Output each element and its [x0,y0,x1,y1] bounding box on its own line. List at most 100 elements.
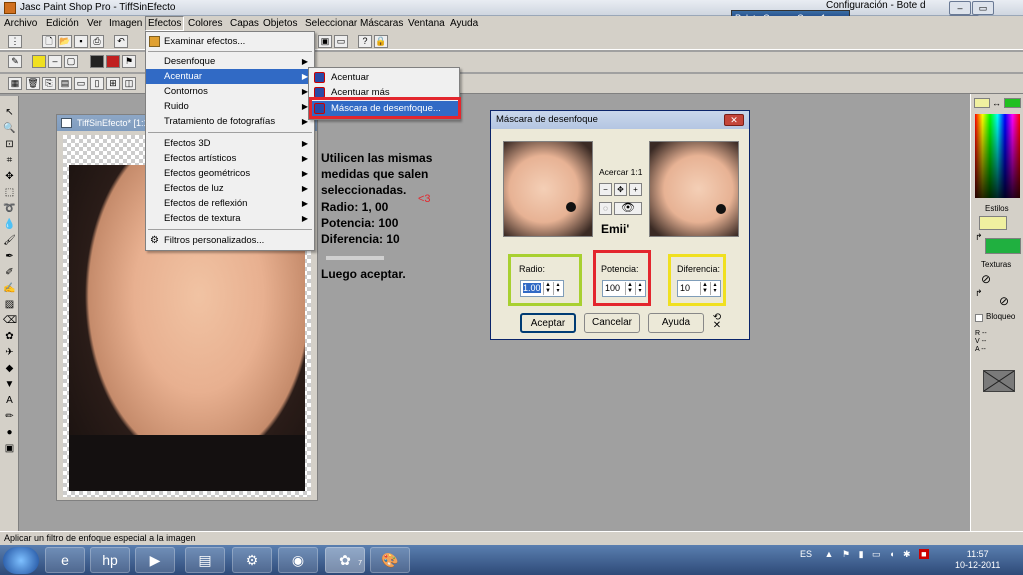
menu-ayuda[interactable]: Ayuda [448,17,480,30]
picture-tube-icon[interactable]: ✿ [3,330,16,343]
print-icon[interactable]: ⎙ [90,35,104,48]
language-indicator[interactable]: ES [800,549,812,559]
tray-up-icon[interactable]: ▲ [825,549,834,559]
help-context-icon[interactable]: ? [358,35,372,48]
rectangle-icon[interactable] [32,55,46,68]
lasso-tool-icon[interactable]: ➰ [3,202,16,215]
palette-toggle-icon[interactable]: ▭ [334,35,348,48]
retouch-icon[interactable]: ✍ [3,282,16,295]
tray-bluetooth-icon[interactable]: ✱ [903,549,911,559]
arrow-tool-icon[interactable]: ↖ [3,106,16,119]
selection-tool-icon[interactable]: ⬚ [3,186,16,199]
dropper-tool-icon[interactable]: 💧 [3,218,16,231]
clock[interactable]: 11:57 10-12-2011 [955,549,1000,571]
color-replacer-icon[interactable]: ✐ [3,266,16,279]
bg-swatch[interactable] [1004,98,1021,108]
red-square-icon[interactable] [106,55,120,68]
diferencia-input[interactable]: 10 ▲ ▼ ▴ ▾ [677,280,721,297]
menu-item-geometricos[interactable]: Efectos geométricos ▶ [146,166,314,181]
menu-seleccionar[interactable]: Seleccionar [303,17,359,30]
ie-icon[interactable]: e [45,547,85,573]
scratch-remover-icon[interactable]: ▨ [3,298,16,311]
eraser-icon[interactable]: ⌫ [3,314,17,327]
paint-brush-icon[interactable]: 🖌 [3,234,16,247]
menu-colores[interactable]: Colores [186,17,224,30]
texture-swap-icon[interactable]: ↱ [975,288,983,299]
tray-volume-icon[interactable]: ◖ [889,549,894,559]
minimize-button[interactable]: – [949,1,971,15]
spin-icon[interactable]: ▴ ▾ [710,282,719,295]
copy-icon[interactable]: ⎘ [42,77,56,90]
zoom-out-icon[interactable]: − [599,183,612,196]
doc-icon[interactable]: ▯ [90,77,104,90]
network-icon[interactable]: ⚙ [232,547,272,573]
camera-icon[interactable]: ◫ [122,77,136,90]
hp-icon[interactable]: hp [90,547,130,573]
trash-icon[interactable]: 🗑 [26,77,40,90]
save-icon[interactable]: ▪ [74,35,88,48]
spin-icon[interactable]: ▲ ▼ [543,282,552,295]
brush-icon[interactable]: ✎ [8,55,22,68]
dialog-close-button[interactable]: ✕ [724,114,744,126]
tray-flag-icon[interactable]: ⚑ [842,549,850,559]
menu-item-filtros[interactable]: ⚙ Filtros personalizados... [146,233,314,248]
menu-imagen[interactable]: Imagen [107,17,144,30]
menu-item-luz[interactable]: Efectos de luz ▶ [146,181,314,196]
undo-icon[interactable]: ↶ [114,35,128,48]
menu-mascaras[interactable]: Máscaras [358,17,405,30]
menu-capas[interactable]: Capas [228,17,261,30]
paintshop-task-icon[interactable]: ✿ 7 [325,547,365,573]
fg-swatch[interactable] [974,98,990,108]
chrome-icon[interactable]: ◉ [278,547,318,573]
folder-icon[interactable]: ▤ [58,77,72,90]
tray-antivirus-icon[interactable]: ■ [919,549,929,559]
eye-preview-icon[interactable]: 👁 [614,202,642,215]
cancel-button[interactable]: Cancelar [584,313,640,333]
lock-icon[interactable]: 🔒 [374,35,388,48]
new-file-icon[interactable]: 🗋 [42,35,56,48]
radio-input[interactable]: 1.00 ▲ ▼ ▴ ▾ [520,280,564,297]
reset-defaults-icon[interactable]: ⟲ ✕ [709,313,725,331]
color-spectrum[interactable] [975,114,1020,198]
preview-before[interactable] [503,141,593,237]
spin-icon[interactable]: ▴ ▾ [635,282,644,295]
bucket-icon[interactable]: ▼ [3,378,16,391]
black-square-icon[interactable] [90,55,104,68]
pan-icon[interactable]: ✥ [614,183,627,196]
preset-shape-icon[interactable]: ● [3,426,16,439]
grid-icon[interactable]: ▦ [8,77,22,90]
menu-archivo[interactable]: Archivo [2,17,39,30]
tray-monitor-icon[interactable]: ▭ [872,549,881,559]
menu-item-reflexion[interactable]: Efectos de reflexión ▶ [146,196,314,211]
zoom-tool-icon[interactable]: 🔍 [3,122,16,135]
menu-ventana[interactable]: Ventana [406,17,447,30]
menu-item-artisticos[interactable]: Efectos artísticos ▶ [146,151,314,166]
menu-item-examinar[interactable]: Examinar efectos... [146,34,314,49]
draw-tool-icon[interactable]: ✏ [3,410,16,423]
menu-ver[interactable]: Ver [85,17,104,30]
clone-brush-icon[interactable]: ✒ [3,250,16,263]
potencia-input[interactable]: 100 ▲ ▼ ▴ ▾ [602,280,646,297]
crop-tool-icon[interactable]: ⌗ [3,154,16,167]
open-file-icon[interactable]: 📂 [58,35,72,48]
menu-item-efectos-3d[interactable]: Efectos 3D ▶ [146,136,314,151]
start-button[interactable] [3,547,39,574]
proof-icon[interactable]: ◌ [599,202,612,215]
style-swap-icon[interactable]: ↱ [975,232,983,243]
menu-efectos[interactable]: Efectos [145,16,185,31]
swap-icon[interactable]: ↔ [992,98,1001,108]
explorer-icon[interactable]: ▤ [185,547,225,573]
accept-button[interactable]: Aceptar [520,313,576,333]
monitor-icon[interactable]: ▭ [74,77,88,90]
spin-icon[interactable]: ▴ ▾ [553,282,562,295]
airbrush-icon[interactable]: ✈ [3,346,16,359]
lock-checkbox[interactable] [975,314,983,322]
help-button[interactable]: Ayuda [648,313,704,333]
spin-icon[interactable]: ▲ ▼ [625,282,634,295]
preview-after[interactable] [649,141,739,237]
deform-tool-icon[interactable]: ⊡ [3,138,16,151]
menu-objetos[interactable]: Objetos [261,17,299,30]
maximize-button[interactable]: ▭ [972,1,994,15]
texture-none-icon[interactable]: ⊘ [981,272,991,286]
paint-icon[interactable]: 🎨 [370,547,410,573]
